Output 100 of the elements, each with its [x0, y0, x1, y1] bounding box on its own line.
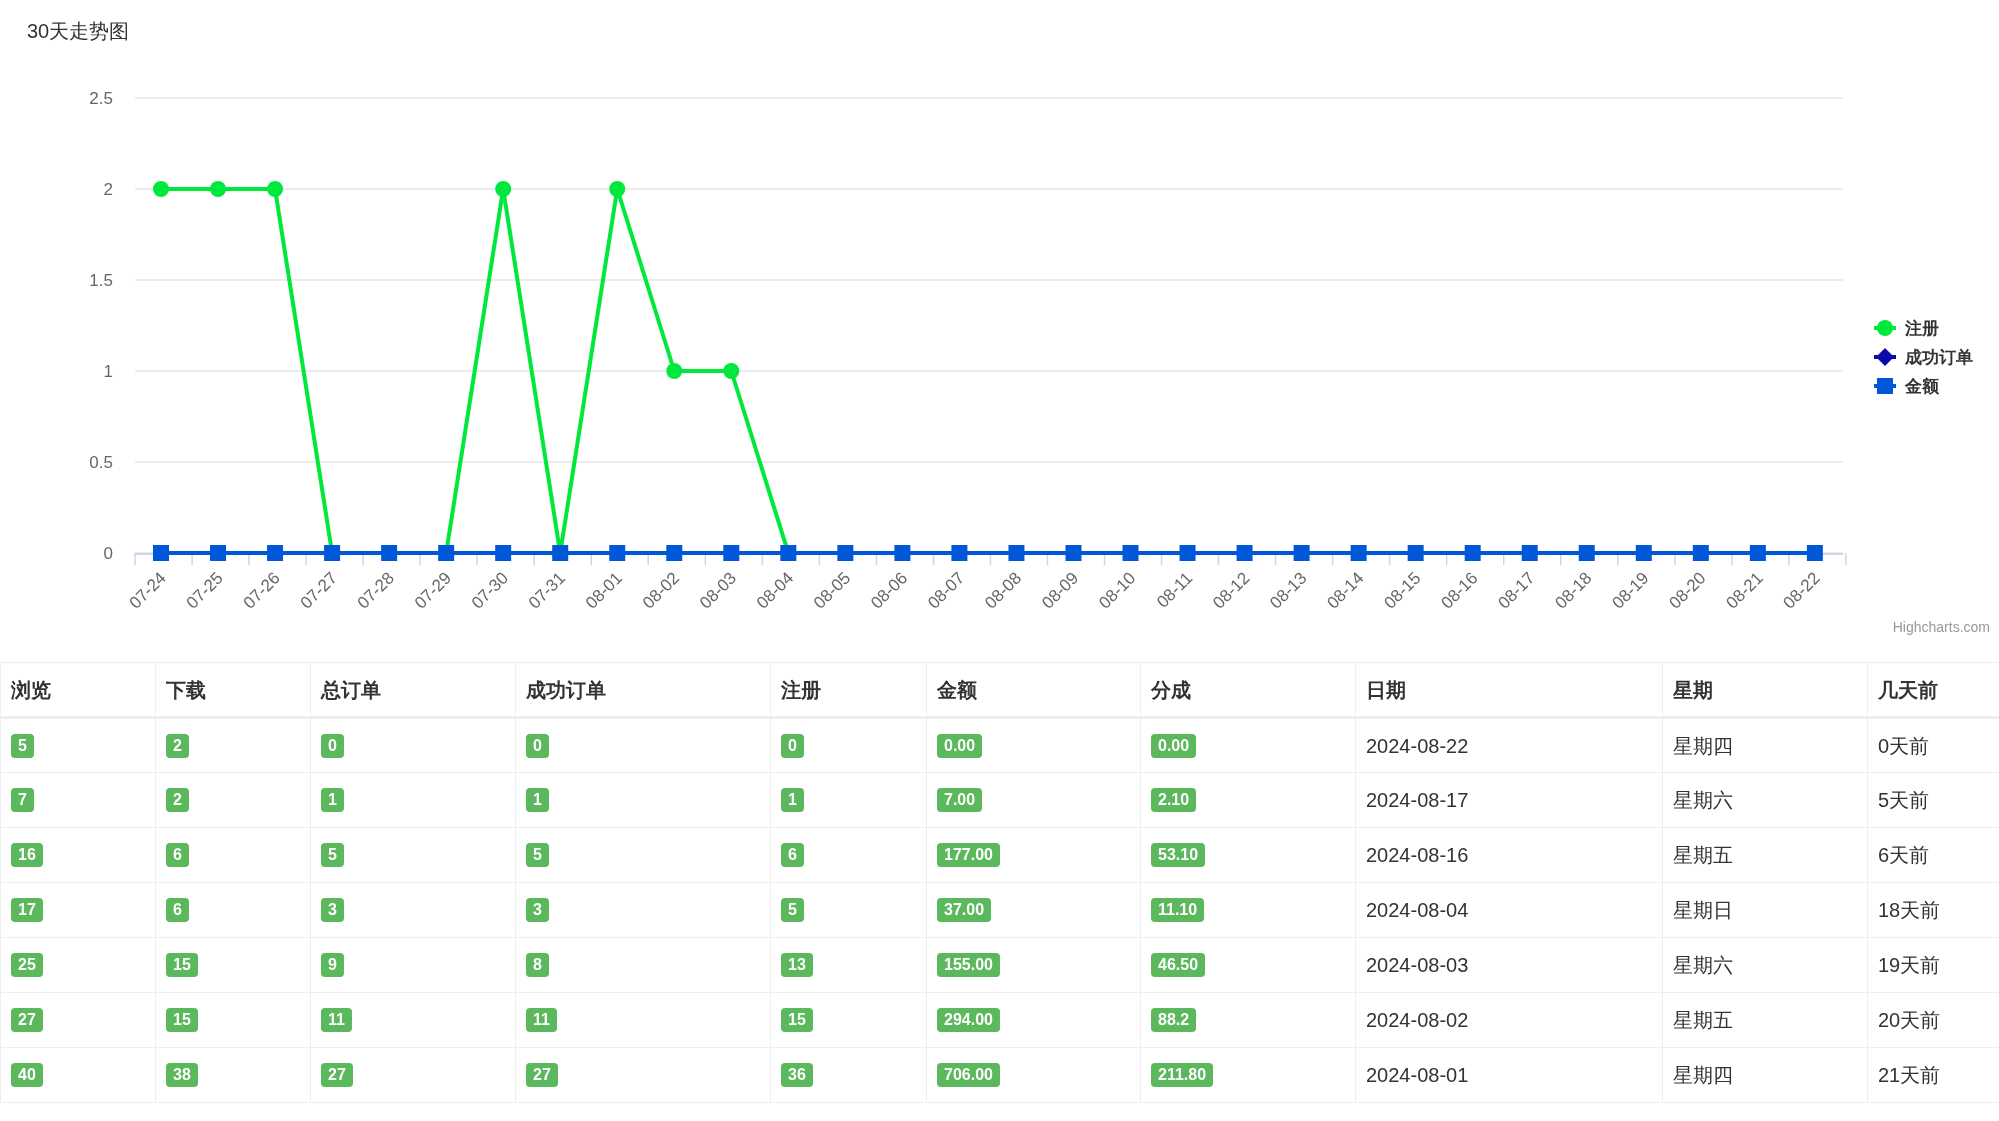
value-badge: 3 [526, 898, 549, 922]
circle-marker [495, 181, 512, 197]
table-cell: 6天前 [1878, 844, 1930, 866]
square-marker [153, 545, 169, 561]
table-cell: 2024-08-17 [1366, 789, 1469, 811]
value-badge: 27 [11, 1008, 43, 1032]
table-cell: 星期五 [1673, 1009, 1733, 1031]
square-marker [552, 545, 569, 561]
value-badge: 0 [321, 733, 344, 758]
value-badge: 15 [166, 953, 198, 977]
square-marker [723, 545, 740, 561]
diamond-legend-icon [1876, 348, 1894, 366]
value-badge: 6 [781, 843, 804, 867]
circle-marker [210, 181, 227, 197]
value-badge: 7 [11, 788, 34, 812]
value-badge: 177.00 [937, 843, 1000, 867]
legend-item[interactable]: 成功订单 [1874, 348, 1973, 367]
square-marker [951, 545, 968, 561]
value-badge: 15 [166, 1008, 198, 1032]
value-badge: 2 [166, 788, 189, 812]
value-badge: 11 [321, 1008, 352, 1032]
table-cell: 星期四 [1673, 1064, 1733, 1086]
table-cell: 星期六 [1673, 954, 1733, 976]
square-marker [210, 545, 227, 561]
table-cell: 星期五 [1673, 844, 1733, 866]
y-tick-label: 2.5 [89, 89, 113, 108]
table-cell: 2024-08-16 [1366, 844, 1469, 866]
legend-item[interactable]: 金额 [1874, 377, 1939, 396]
y-tick-label: 1.5 [89, 271, 113, 290]
value-badge: 2.10 [1151, 788, 1197, 812]
square-marker [1350, 545, 1367, 561]
square-marker [1065, 545, 1082, 561]
square-marker [780, 545, 797, 561]
legend-label: 金额 [1904, 377, 1940, 396]
value-badge: 211.80 [1151, 1063, 1214, 1087]
circle-marker [666, 363, 683, 379]
table-cell: 0天前 [1878, 734, 1930, 757]
value-badge: 88.2 [1151, 1008, 1197, 1032]
value-badge: 27 [321, 1063, 353, 1087]
square-marker [438, 545, 455, 561]
value-badge: 8 [526, 953, 549, 977]
legend-label: 成功订单 [1904, 348, 1973, 367]
table-cell: 2024-08-03 [1366, 954, 1469, 976]
value-badge: 15 [781, 1008, 813, 1032]
chart-title: 30天走势图 [27, 20, 130, 42]
circle-marker [609, 181, 626, 197]
circle-marker [723, 363, 740, 379]
table-cell: 2024-08-01 [1366, 1064, 1469, 1086]
value-badge: 5 [526, 843, 549, 867]
column-header: 总订单 [310, 662, 516, 718]
value-badge: 7.00 [937, 788, 983, 812]
value-badge: 1 [526, 788, 549, 812]
square-marker [894, 545, 911, 561]
value-badge: 294.00 [937, 1008, 1000, 1032]
legend-label: 注册 [1904, 319, 1939, 338]
square-marker [1008, 545, 1025, 561]
value-badge: 9 [321, 953, 344, 977]
value-badge: 37.00 [937, 898, 992, 922]
square-marker [1578, 545, 1595, 561]
table-cell: 星期四 [1673, 734, 1733, 757]
table-cell: 星期日 [1673, 899, 1733, 921]
value-badge: 40 [11, 1063, 43, 1087]
square-marker [1122, 545, 1139, 561]
value-badge: 6 [166, 843, 189, 867]
legend-item[interactable]: 注册 [1874, 319, 1939, 338]
value-badge: 6 [166, 898, 189, 922]
table-cell: 21天前 [1878, 1064, 1941, 1086]
square-marker [609, 545, 626, 561]
square-marker [1236, 545, 1253, 561]
value-badge: 0 [526, 733, 549, 758]
value-badge: 25 [11, 953, 43, 977]
square-marker [381, 545, 398, 561]
value-badge: 2 [166, 733, 189, 758]
square-marker [1464, 545, 1481, 561]
square-marker [1806, 545, 1823, 561]
column-header: 金额 [926, 662, 1141, 718]
circle-marker [153, 181, 169, 197]
value-badge: 11 [526, 1008, 557, 1032]
square-marker [495, 545, 512, 561]
square-marker [837, 545, 854, 561]
value-badge: 38 [166, 1063, 198, 1087]
column-header: 分成 [1140, 662, 1356, 718]
table-cell: 18天前 [1878, 899, 1941, 921]
y-tick-label: 0 [103, 544, 113, 563]
square-marker [1749, 545, 1766, 561]
value-badge: 46.50 [1151, 953, 1206, 977]
value-badge: 5 [11, 733, 34, 758]
column-header: 星期 [1662, 662, 1868, 718]
value-badge: 16 [11, 843, 43, 867]
value-badge: 1 [781, 788, 804, 812]
value-badge: 0.00 [937, 733, 983, 758]
square-marker [1692, 545, 1709, 561]
square-marker [666, 545, 683, 561]
column-header: 下载 [155, 662, 311, 718]
table-cell: 2024-08-22 [1366, 734, 1469, 757]
value-badge: 0 [781, 733, 804, 758]
square-marker [1293, 545, 1310, 561]
table-cell: 20天前 [1878, 1009, 1941, 1031]
value-badge: 155.00 [937, 953, 1000, 977]
square-marker [1635, 545, 1652, 561]
